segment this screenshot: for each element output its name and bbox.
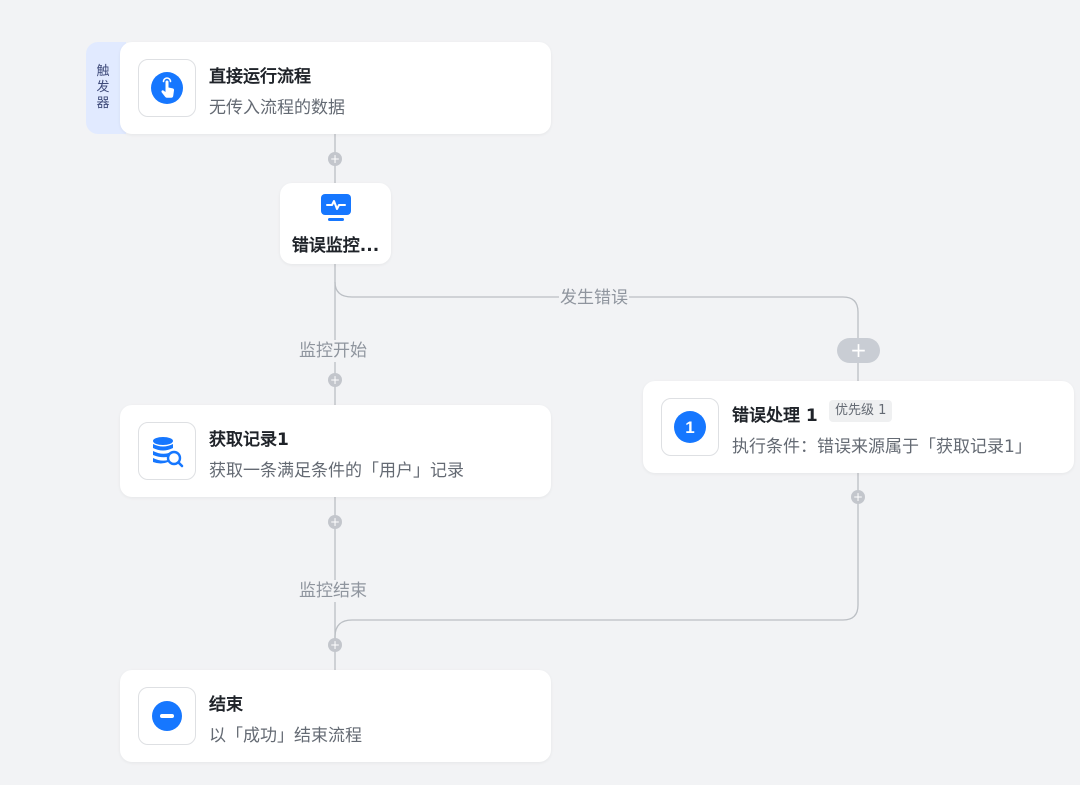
trigger-node[interactable]: 直接运行流程 无传入流程的数据 (120, 42, 551, 134)
priority-badge: 优先级 1 (829, 400, 893, 422)
end-icon-box (138, 687, 196, 745)
end-description: 以「成功」结束流程 (209, 726, 362, 746)
error-handler-icon-number: 1 (685, 418, 694, 437)
trigger-tag-char: 器 (96, 96, 110, 111)
error-handler-icon-box: 1 (661, 398, 719, 456)
number-badge-icon: 1 (674, 411, 706, 443)
get-record-description: 获取一条满足条件的「用户」记录 (209, 461, 464, 481)
add-step-button[interactable]: + (851, 490, 865, 504)
trigger-icon-box (138, 59, 196, 117)
add-step-button[interactable]: + (328, 638, 342, 652)
end-title: 结束 (209, 695, 243, 715)
minus-circle-icon (152, 701, 182, 731)
add-step-button[interactable]: + (328, 152, 342, 166)
error-handler-title: 错误处理 1 (732, 406, 818, 426)
get-record-icon-box (138, 422, 196, 480)
error-handler-description: 执行条件：错误来源属于「获取记录1」 (732, 437, 1032, 457)
trigger-tag-char: 发 (96, 80, 110, 95)
add-step-button[interactable]: + (328, 515, 342, 529)
error-handler-node[interactable]: 1 错误处理 1 优先级 1 执行条件：错误来源属于「获取记录1」 (643, 381, 1074, 473)
monitor-pulse-icon (321, 194, 351, 221)
trigger-description: 无传入流程的数据 (209, 98, 345, 118)
edge-label-error: 发生错误 (559, 287, 629, 309)
error-monitor-title: 错误监控... (291, 236, 380, 256)
trigger-title: 直接运行流程 (209, 67, 311, 87)
edge-label-monitor-start: 监控开始 (298, 340, 368, 362)
get-record-node[interactable]: 获取记录1 获取一条满足条件的「用户」记录 (120, 405, 551, 497)
flow-canvas[interactable]: 触 发 器 直接运行流程 无传入流程的数据 + 错误监控... 发生错误 监控开… (0, 0, 1080, 785)
end-node[interactable]: 结束 以「成功」结束流程 (120, 670, 551, 762)
trigger-tag-char: 触 (96, 64, 110, 79)
tap-hand-icon (151, 72, 183, 104)
add-step-button[interactable]: + (328, 373, 342, 387)
edge-label-monitor-end: 监控结束 (298, 580, 368, 602)
add-branch-button[interactable]: + (837, 338, 880, 363)
error-monitor-node[interactable]: 错误监控... (280, 183, 391, 264)
get-record-title: 获取记录1 (209, 430, 289, 450)
database-search-icon (153, 437, 184, 468)
